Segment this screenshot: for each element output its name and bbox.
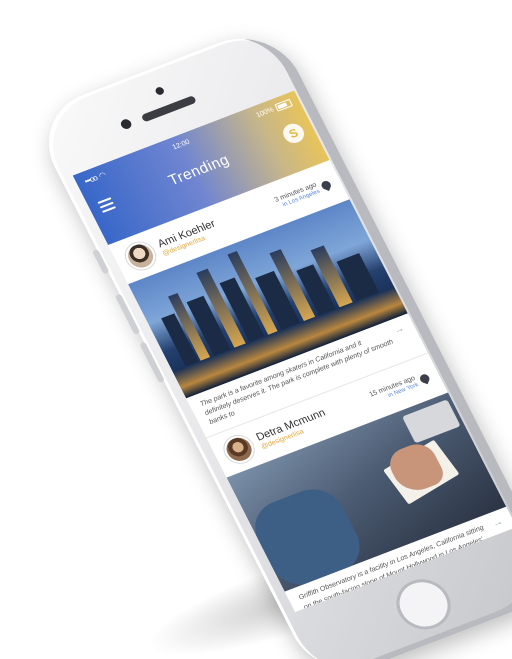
location-pin-icon[interactable]: [418, 372, 431, 385]
avatar[interactable]: [219, 432, 259, 468]
arrow-right-icon[interactable]: →: [392, 323, 406, 336]
arrow-right-icon[interactable]: →: [491, 517, 505, 530]
page-title: Trending: [165, 150, 233, 189]
phone-screen: •••oo ◠ 12:00 100% Trending S Ami Koehle…: [72, 90, 512, 613]
phone-device: •••oo ◠ 12:00 100% Trending S Ami Koehle…: [28, 22, 512, 659]
profile-glyph: S: [286, 125, 301, 142]
post-meta: 15 minutes ago in New York: [369, 371, 433, 405]
post-meta: 3 minutes ago in Los Angeles: [274, 177, 334, 210]
hamburger-menu-icon[interactable]: [97, 197, 117, 213]
profile-badge-icon[interactable]: S: [279, 120, 308, 146]
avatar[interactable]: [121, 238, 161, 274]
product-mockup: •••oo ◠ 12:00 100% Trending S Ami Koehle…: [0, 0, 512, 659]
location-pin-icon[interactable]: [319, 179, 332, 191]
laptop-shape: [402, 399, 461, 444]
